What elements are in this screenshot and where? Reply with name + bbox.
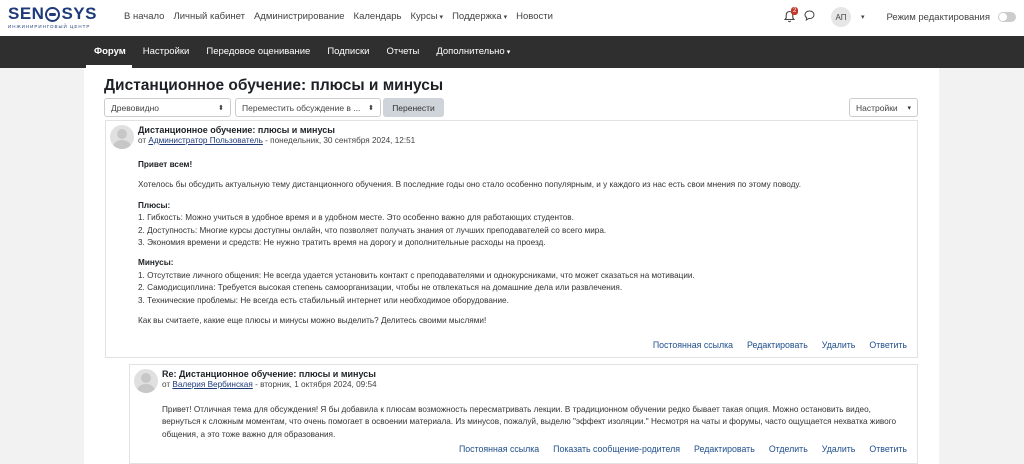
logo-text-left: SEN	[8, 4, 45, 23]
tab-reports[interactable]: Отчеты	[386, 46, 419, 57]
tab-forum[interactable]: Форум	[94, 46, 126, 57]
nav-dashboard[interactable]: Личный кабинет	[173, 11, 244, 22]
chevron-down-icon: ▾	[503, 14, 508, 21]
chevron-updown-icon: ⬍	[368, 104, 374, 112]
edit-link[interactable]: Редактировать	[694, 444, 755, 454]
edit-mode-label: Режим редактирования	[886, 11, 990, 23]
top-navbar: SEN SYS ИНЖИНИРИНГОВЫЙ ЦЕНТР В начало Ли…	[0, 0, 1024, 36]
user-avatar[interactable]: АП	[830, 7, 851, 27]
forum-reply-post: Re: Дистанционное обучение: плюсы и мину…	[129, 364, 918, 464]
split-link[interactable]: Отделить	[769, 444, 808, 454]
post-subject: Re: Дистанционное обучение: плюсы и мину…	[162, 369, 376, 379]
nav-home[interactable]: В начало	[124, 11, 164, 22]
show-parent-link[interactable]: Показать сообщение-родителя	[553, 444, 680, 454]
notifications-button[interactable]: 2	[783, 7, 799, 24]
display-mode-select[interactable]: Древовидно ⬍	[104, 98, 231, 117]
nav-courses[interactable]: Курсы ▾	[411, 11, 444, 22]
permalink-link[interactable]: Постоянная ссылка	[653, 340, 733, 350]
tab-more[interactable]: Дополнительно ▾	[436, 46, 510, 57]
post-meta: от Администратор Пользователь - понедель…	[138, 136, 416, 145]
author-link[interactable]: Валерия Вербинская	[172, 380, 252, 389]
nav-news[interactable]: Новости	[516, 11, 553, 22]
chevron-down-icon: ▾	[907, 104, 911, 112]
chevron-down-icon: ▾	[506, 49, 511, 56]
globe-icon	[45, 6, 61, 22]
author-avatar[interactable]	[110, 125, 134, 149]
move-button[interactable]: Перенести	[383, 98, 444, 117]
secondary-nav: Форум Настройки Передовое оценивание Под…	[0, 36, 1024, 68]
site-logo[interactable]: SEN SYS ИНЖИНИРИНГОВЫЙ ЦЕНТР	[8, 5, 108, 33]
post-body: Привет! Отличная тема для обсуждения! Я …	[162, 405, 897, 439]
page-title: Дистанционное обучение: плюсы и минусы	[104, 77, 444, 94]
messages-button[interactable]	[804, 10, 815, 24]
post-body: Привет всем! Хотелось бы обсудить актуал…	[138, 160, 801, 326]
chevron-down-icon: ▾	[439, 14, 444, 21]
chevron-down-icon[interactable]: ▾	[861, 13, 865, 21]
tab-advanced-grading[interactable]: Передовое оценивание	[206, 46, 310, 57]
tab-subscriptions[interactable]: Подписки	[327, 46, 369, 57]
post-actions: Постоянная ссылка Показать сообщение-род…	[459, 444, 907, 454]
notification-count-badge: 2	[790, 7, 799, 15]
forum-post: Дистанционное обучение: плюсы и минусы о…	[105, 120, 918, 358]
nav-calendar[interactable]: Календарь	[354, 11, 402, 22]
edit-link[interactable]: Редактировать	[747, 340, 808, 350]
chat-bubble-icon	[804, 10, 815, 22]
post-actions: Постоянная ссылка Редактировать Удалить …	[653, 340, 907, 350]
reply-link[interactable]: Ответить	[869, 340, 907, 350]
nav-admin[interactable]: Администрирование	[254, 11, 345, 22]
author-link[interactable]: Администратор Пользователь	[148, 136, 262, 145]
author-avatar[interactable]	[134, 369, 158, 393]
nav-support[interactable]: Поддержка ▾	[452, 11, 507, 22]
delete-link[interactable]: Удалить	[822, 444, 856, 454]
logo-text-right: SYS	[61, 4, 97, 23]
reply-link[interactable]: Ответить	[869, 444, 907, 454]
primary-nav: В начало Личный кабинет Администрировани…	[124, 11, 553, 22]
user-area: 2 АП ▾ Режим редактирования	[783, 7, 1016, 27]
chevron-updown-icon: ⬍	[218, 104, 224, 112]
tab-settings[interactable]: Настройки	[143, 46, 190, 57]
settings-dropdown[interactable]: Настройки ▾	[849, 98, 918, 117]
post-subject: Дистанционное обучение: плюсы и минусы	[138, 125, 335, 135]
logo-subtitle: ИНЖИНИРИНГОВЫЙ ЦЕНТР	[8, 24, 91, 29]
edit-mode-toggle[interactable]	[998, 12, 1016, 22]
main-content: Дистанционное обучение: плюсы и минусы Д…	[84, 68, 939, 464]
post-meta: от Валерия Вербинская - вторник, 1 октяб…	[162, 380, 377, 389]
delete-link[interactable]: Удалить	[822, 340, 856, 350]
permalink-link[interactable]: Постоянная ссылка	[459, 444, 539, 454]
move-discussion-select[interactable]: Переместить обсуждение в ... ⬍	[235, 98, 381, 117]
